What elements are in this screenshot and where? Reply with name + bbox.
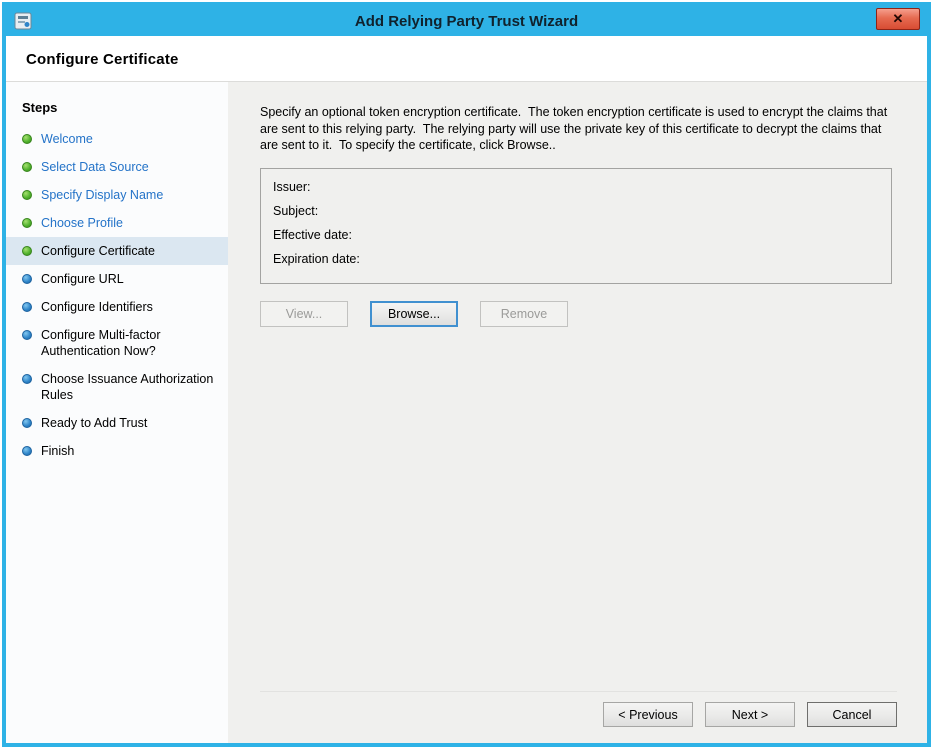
step-item-configure-url: Configure URL: [6, 265, 228, 293]
page-header: Configure Certificate: [6, 36, 927, 82]
step-done-icon: [22, 218, 32, 228]
step-item-choose-issuance-rules: Choose Issuance Authorization Rules: [6, 365, 228, 409]
titlebar[interactable]: Add Relying Party Trust Wizard ✕: [6, 6, 927, 36]
step-done-icon: [22, 162, 32, 172]
step-item-choose-profile[interactable]: Choose Profile: [6, 209, 228, 237]
window-title: Add Relying Party Trust Wizard: [66, 13, 867, 30]
step-done-icon: [22, 190, 32, 200]
effective-date-label: Effective date:: [273, 223, 879, 247]
step-pending-icon: [22, 418, 32, 428]
step-label: Choose Issuance Authorization Rules: [41, 371, 220, 403]
step-item-specify-display-name[interactable]: Specify Display Name: [6, 181, 228, 209]
step-pending-icon: [22, 330, 32, 340]
step-label: Specify Display Name: [41, 187, 163, 203]
view-button: View...: [260, 301, 348, 327]
step-label: Welcome: [41, 131, 93, 147]
step-item-configure-certificate: Configure Certificate: [6, 237, 228, 265]
wizard-footer: < Previous Next > Cancel: [260, 691, 897, 743]
step-item-ready-to-add-trust: Ready to Add Trust: [6, 409, 228, 437]
next-button[interactable]: Next >: [705, 702, 795, 727]
step-label: Finish: [41, 443, 74, 459]
close-icon: ✕: [893, 11, 904, 26]
step-label: Ready to Add Trust: [41, 415, 147, 431]
page-title: Configure Certificate: [26, 51, 927, 68]
step-label: Configure URL: [41, 271, 124, 287]
steps-list: Welcome Select Data Source Specify Displ…: [6, 125, 228, 465]
step-current-icon: [22, 246, 32, 256]
wizard-window: Add Relying Party Trust Wizard ✕ Configu…: [2, 2, 931, 747]
steps-heading: Steps: [6, 94, 228, 125]
step-item-select-data-source[interactable]: Select Data Source: [6, 153, 228, 181]
certificate-actions: View... Browse... Remove: [260, 301, 897, 327]
remove-button: Remove: [480, 301, 568, 327]
step-label: Configure Multi-factor Authentication No…: [41, 327, 220, 359]
step-item-configure-identifiers: Configure Identifiers: [6, 293, 228, 321]
step-label: Choose Profile: [41, 215, 123, 231]
step-label: Configure Identifiers: [41, 299, 153, 315]
steps-sidebar: Steps Welcome Select Data Source Specify…: [6, 82, 228, 743]
step-item-welcome[interactable]: Welcome: [6, 125, 228, 153]
cancel-button[interactable]: Cancel: [807, 702, 897, 727]
step-pending-icon: [22, 446, 32, 456]
wizard-icon: [14, 12, 32, 30]
subject-label: Subject:: [273, 199, 879, 223]
close-button[interactable]: ✕: [876, 8, 920, 30]
step-label: Select Data Source: [41, 159, 149, 175]
issuer-label: Issuer:: [273, 175, 879, 199]
step-pending-icon: [22, 374, 32, 384]
step-done-icon: [22, 134, 32, 144]
step-item-configure-mfa: Configure Multi-factor Authentication No…: [6, 321, 228, 365]
content-area: Specify an optional token encryption cer…: [228, 82, 927, 743]
step-label: Configure Certificate: [41, 243, 155, 259]
wizard-body: Steps Welcome Select Data Source Specify…: [6, 82, 927, 743]
step-pending-icon: [22, 274, 32, 284]
certificate-details-group: Issuer: Subject: Effective date: Expirat…: [260, 168, 892, 284]
step-item-finish: Finish: [6, 437, 228, 465]
instruction-text: Specify an optional token encryption cer…: [260, 104, 897, 154]
previous-button[interactable]: < Previous: [603, 702, 693, 727]
browse-button[interactable]: Browse...: [370, 301, 458, 327]
step-pending-icon: [22, 302, 32, 312]
expiration-date-label: Expiration date:: [273, 247, 879, 271]
